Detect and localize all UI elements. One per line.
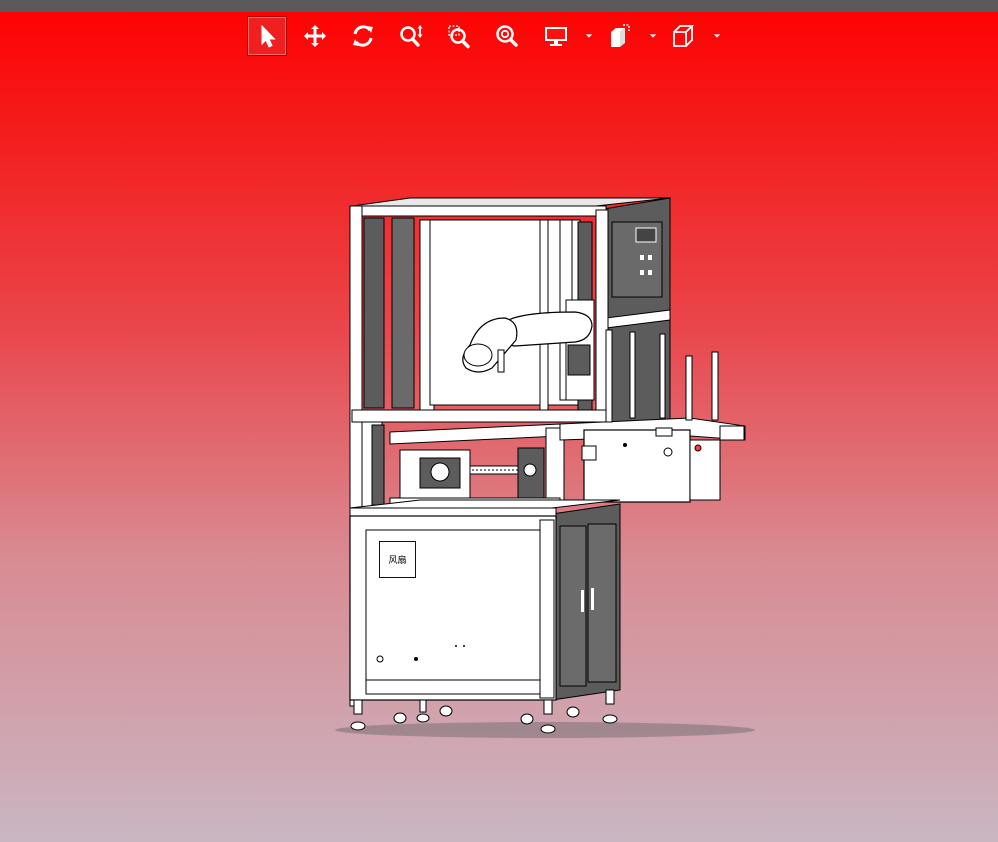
section-icon <box>611 24 630 47</box>
caret-down-icon <box>585 34 593 38</box>
zoom-tool-button[interactable] <box>391 16 431 56</box>
feeder-mechanism <box>389 423 565 507</box>
rotate-tool-button[interactable] <box>343 16 383 56</box>
middle-shelf <box>351 409 607 423</box>
rotate-icon <box>353 25 373 47</box>
fan-label: 风扇 <box>379 541 416 578</box>
caret-down-icon <box>649 34 657 38</box>
view-orientation-button[interactable] <box>664 16 704 56</box>
hmi-screen <box>635 227 657 243</box>
view-orientation-dropdown[interactable] <box>711 30 723 42</box>
zoom-fit-button[interactable] <box>487 16 527 56</box>
display-mode-dropdown[interactable] <box>583 30 595 42</box>
move-icon <box>304 25 326 47</box>
zoom-updown-icon <box>400 25 423 47</box>
display-mode-button[interactable] <box>536 16 576 56</box>
zoom-window-button[interactable] <box>439 16 479 56</box>
enclosure-top <box>351 197 671 207</box>
cursor-icon <box>261 24 276 48</box>
section-view-button[interactable] <box>600 16 640 56</box>
3d-viewport[interactable]: 风扇 <box>0 60 998 842</box>
zoom-fit-icon <box>496 25 518 47</box>
cube-icon <box>673 25 695 47</box>
window-title-strip <box>0 0 998 12</box>
pan-tool-button[interactable] <box>295 16 335 56</box>
zoom-window-icon <box>448 25 470 49</box>
monitor-icon <box>545 27 567 46</box>
select-tool-button[interactable] <box>247 16 287 56</box>
caret-down-icon <box>713 34 721 38</box>
machine-model[interactable] <box>0 60 998 842</box>
section-view-dropdown[interactable] <box>647 30 659 42</box>
